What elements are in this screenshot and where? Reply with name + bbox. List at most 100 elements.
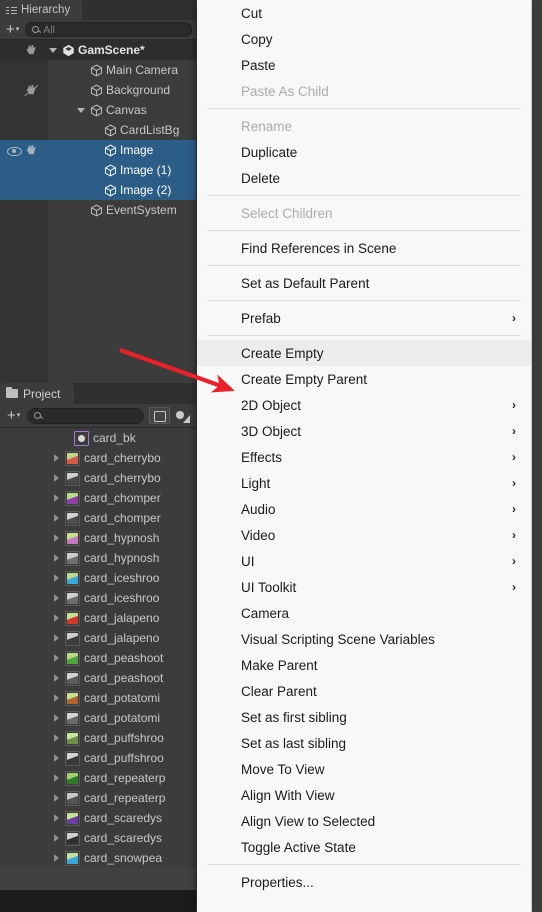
menu-item-video[interactable]: Video › xyxy=(197,522,531,548)
menu-item-ui-toolkit[interactable]: UI Toolkit › xyxy=(197,574,531,600)
pickability-toggle-icon[interactable] xyxy=(24,84,39,97)
expand-arrow-icon[interactable] xyxy=(52,774,61,783)
menu-item-create-empty[interactable]: Create Empty xyxy=(197,340,531,366)
expand-arrow-icon[interactable] xyxy=(52,754,61,763)
asset-row[interactable]: card_snowpea xyxy=(0,848,196,867)
pickability-toggle-icon[interactable] xyxy=(24,44,39,57)
asset-row[interactable]: card_bk xyxy=(0,428,196,448)
hierarchy-row-cardlistbg[interactable]: CardListBg xyxy=(0,120,196,140)
asset-row[interactable]: card_repeaterp xyxy=(0,788,196,808)
expand-arrow-icon[interactable] xyxy=(52,634,61,643)
menu-item-make-parent[interactable]: Make Parent xyxy=(197,652,531,678)
hierarchy-row-toggles xyxy=(0,40,48,60)
hierarchy-row-main-camera[interactable]: Main Camera xyxy=(0,60,196,80)
menu-item-find-references-in-scene[interactable]: Find References in Scene xyxy=(197,235,531,261)
hierarchy-row-canvas[interactable]: Canvas xyxy=(0,100,196,120)
asset-row[interactable]: card_iceshroo xyxy=(0,588,196,608)
menu-item-prefab[interactable]: Prefab › xyxy=(197,305,531,331)
tab-hierarchy[interactable]: Hierarchy xyxy=(0,0,83,20)
open-external-icon[interactable] xyxy=(149,407,170,424)
menu-item-properties[interactable]: Properties... xyxy=(197,869,531,895)
menu-separator xyxy=(207,265,521,266)
menu-item-3d-object[interactable]: 3D Object › xyxy=(197,418,531,444)
asset-row[interactable]: card_jalapeno xyxy=(0,608,196,628)
menu-item-light[interactable]: Light › xyxy=(197,470,531,496)
menu-item-2d-object[interactable]: 2D Object › xyxy=(197,392,531,418)
expand-arrow-icon[interactable] xyxy=(52,834,61,843)
asset-row[interactable]: card_potatomi xyxy=(0,688,196,708)
menu-item-create-empty-parent[interactable]: Create Empty Parent xyxy=(197,366,531,392)
hierarchy-row-eventsystem[interactable]: EventSystem xyxy=(0,200,196,220)
hierarchy-row-image-2[interactable]: Image (2) xyxy=(0,180,196,200)
add-gameobject-button[interactable]: + ▾ xyxy=(4,22,21,37)
create-asset-button[interactable]: + ▾ xyxy=(5,408,22,423)
menu-item-move-to-view[interactable]: Move To View xyxy=(197,756,531,782)
expand-arrow-icon[interactable] xyxy=(52,454,61,463)
menu-item-delete[interactable]: Delete xyxy=(197,165,531,191)
menu-item-effects[interactable]: Effects › xyxy=(197,444,531,470)
asset-row[interactable]: card_puffshroo xyxy=(0,728,196,748)
menu-item-set-as-default-parent[interactable]: Set as Default Parent xyxy=(197,270,531,296)
expand-arrow-icon[interactable] xyxy=(52,494,61,503)
hierarchy-search-input[interactable]: All xyxy=(25,22,192,37)
asset-row[interactable]: card_chomper xyxy=(0,488,196,508)
menu-item-toggle-active-state[interactable]: Toggle Active State xyxy=(197,834,531,860)
menu-item-ui[interactable]: UI › xyxy=(197,548,531,574)
expand-arrow-icon[interactable] xyxy=(52,514,61,523)
menu-item-audio[interactable]: Audio › xyxy=(197,496,531,522)
project-search-input[interactable] xyxy=(27,407,144,424)
expand-arrow-icon[interactable] xyxy=(52,614,61,623)
menu-item-align-view-to-selected[interactable]: Align View to Selected xyxy=(197,808,531,834)
expand-arrow-icon[interactable] xyxy=(52,674,61,683)
expand-arrow-icon[interactable] xyxy=(52,734,61,743)
expand-arrow-icon[interactable] xyxy=(52,814,61,823)
avatar-icon[interactable] xyxy=(175,408,191,424)
asset-row[interactable]: card_scaredys xyxy=(0,828,196,848)
expand-arrow-icon[interactable] xyxy=(52,854,61,863)
menu-item-set-as-first-sibling[interactable]: Set as first sibling xyxy=(197,704,531,730)
asset-row[interactable]: card_iceshroo xyxy=(0,568,196,588)
hierarchy-row-image[interactable]: Image xyxy=(0,140,196,160)
asset-row[interactable]: card_scaredys xyxy=(0,808,196,828)
expand-arrow-icon[interactable] xyxy=(76,105,87,116)
asset-row[interactable]: card_puffshroo xyxy=(0,748,196,768)
asset-row[interactable]: card_jalapeno xyxy=(0,628,196,648)
hierarchy-row-gamscene[interactable]: GamScene* xyxy=(0,40,196,60)
expand-arrow-icon[interactable] xyxy=(52,574,61,583)
menu-item-cut[interactable]: Cut xyxy=(197,0,531,26)
menu-item-align-with-view[interactable]: Align With View xyxy=(197,782,531,808)
asset-row[interactable]: card_cherrybo xyxy=(0,448,196,468)
menu-item-copy[interactable]: Copy xyxy=(197,26,531,52)
expand-arrow-icon[interactable] xyxy=(52,694,61,703)
asset-row[interactable]: card_cherrybo xyxy=(0,468,196,488)
asset-row[interactable]: card_hypnosh xyxy=(0,528,196,548)
menu-item-duplicate[interactable]: Duplicate xyxy=(197,139,531,165)
menu-item-visual-scripting-scene-variables[interactable]: Visual Scripting Scene Variables xyxy=(197,626,531,652)
asset-row[interactable]: card_repeaterp xyxy=(0,768,196,788)
tab-project[interactable]: Project xyxy=(0,383,75,404)
menu-item-camera[interactable]: Camera xyxy=(197,600,531,626)
expand-arrow-icon[interactable] xyxy=(52,714,61,723)
hierarchy-row-image-1[interactable]: Image (1) xyxy=(0,160,196,180)
menu-separator xyxy=(207,230,521,231)
visibility-toggle-icon[interactable] xyxy=(6,144,22,157)
asset-row[interactable]: card_hypnosh xyxy=(0,548,196,568)
asset-row[interactable]: card_peashoot xyxy=(0,648,196,668)
hierarchy-context-menu[interactable]: Cut Copy Paste Paste As Child Rename Duplicat… xyxy=(197,0,532,912)
asset-row[interactable]: card_potatomi xyxy=(0,708,196,728)
asset-row[interactable]: card_peashoot xyxy=(0,668,196,688)
expand-arrow-icon[interactable] xyxy=(52,594,61,603)
expand-arrow-icon[interactable] xyxy=(48,45,59,56)
asset-row[interactable]: card_chomper xyxy=(0,508,196,528)
expand-arrow-icon[interactable] xyxy=(52,794,61,803)
project-asset-list[interactable]: card_bk card_cherrybo card_cherrybo card_ch… xyxy=(0,428,196,867)
menu-item-clear-parent[interactable]: Clear Parent xyxy=(197,678,531,704)
expand-arrow-icon[interactable] xyxy=(52,534,61,543)
menu-item-set-as-last-sibling[interactable]: Set as last sibling xyxy=(197,730,531,756)
expand-arrow-icon[interactable] xyxy=(52,474,61,483)
expand-arrow-icon[interactable] xyxy=(52,554,61,563)
menu-item-paste[interactable]: Paste xyxy=(197,52,531,78)
expand-arrow-icon[interactable] xyxy=(52,654,61,663)
hierarchy-row-background[interactable]: Background xyxy=(0,80,196,100)
pickability-toggle-icon[interactable] xyxy=(24,144,39,157)
